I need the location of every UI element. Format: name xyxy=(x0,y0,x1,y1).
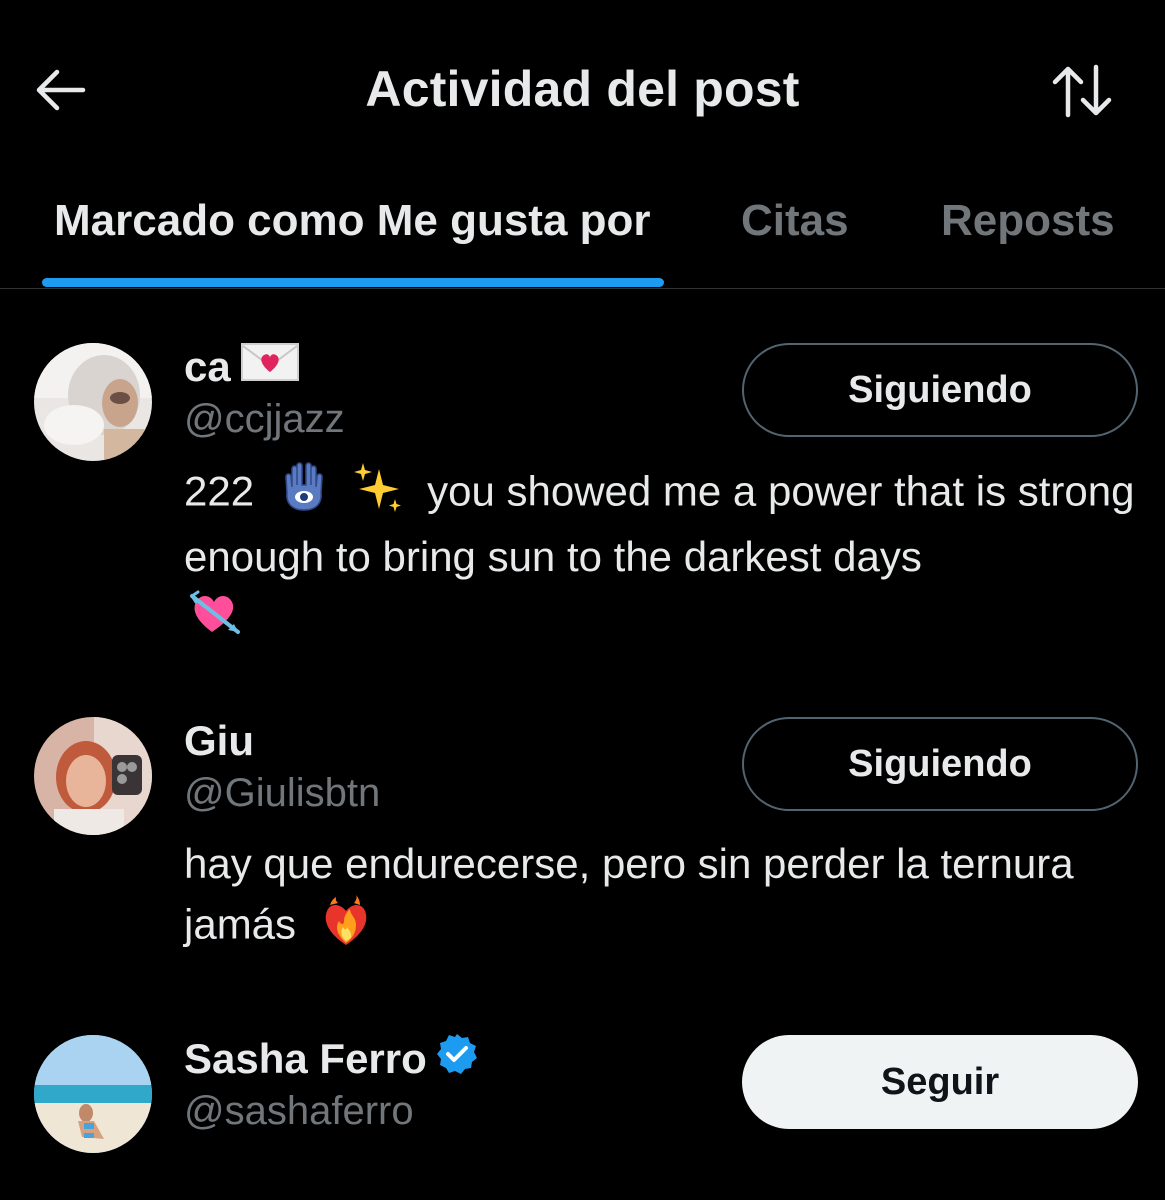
verified-badge-icon xyxy=(435,1032,479,1086)
heart-on-fire-icon xyxy=(320,893,372,962)
user-list-item[interactable]: Giu @Giulisbtn Siguiendo hay que endurec… xyxy=(0,717,1165,957)
user-name[interactable]: ca xyxy=(184,343,299,391)
following-button[interactable]: Siguiendo xyxy=(742,717,1138,811)
avatar[interactable] xyxy=(34,717,152,835)
user-name[interactable]: Sasha Ferro xyxy=(184,1032,479,1086)
love-letter-icon xyxy=(240,342,299,392)
hamsa-icon xyxy=(278,461,330,528)
page-title: Actividad del post xyxy=(365,61,800,117)
following-button[interactable]: Siguiendo xyxy=(742,343,1138,437)
follow-button[interactable]: Seguir xyxy=(742,1035,1138,1129)
user-list-item[interactable]: ca @ccjjazz Siguiendo 222 you showed me … xyxy=(0,343,1165,634)
avatar[interactable] xyxy=(34,1035,152,1153)
user-handle[interactable]: @sashaferro xyxy=(184,1089,414,1134)
avatar[interactable] xyxy=(34,343,152,461)
user-handle[interactable]: @ccjjazz xyxy=(184,397,345,442)
user-list-item[interactable]: Sasha Ferro @sashaferro Seguir xyxy=(0,1032,1165,1165)
active-tab-indicator xyxy=(42,278,664,287)
user-bio: 222 you showed me a power that is strong… xyxy=(184,461,1144,655)
user-handle[interactable]: @Giulisbtn xyxy=(184,771,380,816)
tab-reposts[interactable]: Reposts xyxy=(941,196,1115,246)
sort-arrows-icon xyxy=(1052,64,1112,118)
user-name[interactable]: Giu xyxy=(184,717,254,765)
top-bar: Actividad del post xyxy=(0,0,1165,180)
tab-quotes[interactable]: Citas xyxy=(741,196,849,246)
user-bio: hay que endurecerse, pero sin perder la … xyxy=(184,835,1144,962)
tab-liked-by[interactable]: Marcado como Me gusta por xyxy=(54,196,651,246)
sort-button[interactable] xyxy=(1046,58,1118,124)
heart-with-arrow-icon xyxy=(188,586,242,655)
tab-bar: Marcado como Me gusta por Citas Reposts xyxy=(0,180,1165,289)
sparkles-icon xyxy=(351,461,403,528)
